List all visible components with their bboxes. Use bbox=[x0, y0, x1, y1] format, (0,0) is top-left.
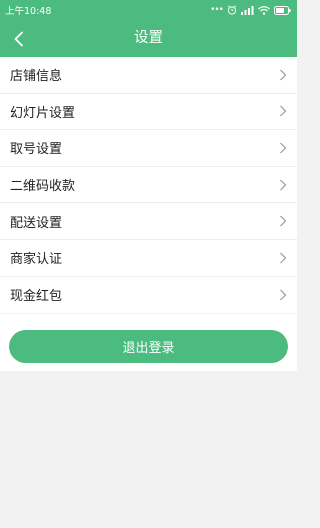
chevron-right-icon bbox=[279, 289, 287, 301]
logout-button[interactable]: 退出登录 bbox=[9, 330, 288, 363]
app-bar: 设置 bbox=[0, 20, 297, 57]
menu-item-slideshow-settings[interactable]: 幻灯片设置 bbox=[0, 94, 297, 131]
menu-item-label: 取号设置 bbox=[10, 142, 63, 158]
battery-icon bbox=[274, 5, 291, 15]
wifi-icon bbox=[258, 5, 270, 15]
menu-item-merchant-verification[interactable]: 商家认证 bbox=[0, 240, 297, 277]
chevron-right-icon bbox=[279, 252, 287, 264]
chevron-right-icon bbox=[279, 142, 287, 154]
menu-item-queue-number-settings[interactable]: 取号设置 bbox=[0, 130, 297, 167]
menu-item-cash-red-packet[interactable]: 现金红包 bbox=[0, 277, 297, 314]
menu-item-delivery-settings[interactable]: 配送设置 bbox=[0, 203, 297, 240]
status-time: 上午10:48 bbox=[5, 6, 52, 17]
chevron-right-icon bbox=[279, 105, 287, 117]
status-icons: ••• bbox=[210, 5, 291, 15]
more-dots-icon: ••• bbox=[210, 5, 224, 15]
menu-item-qr-payment[interactable]: 二维码收款 bbox=[0, 167, 297, 204]
status-bar: 上午10:48 ••• bbox=[0, 0, 297, 20]
alarm-icon bbox=[227, 5, 237, 15]
menu-item-shop-info[interactable]: 店铺信息 bbox=[0, 57, 297, 94]
chevron-right-icon bbox=[279, 179, 287, 191]
chevron-right-icon bbox=[279, 69, 287, 81]
menu-item-label: 幻灯片设置 bbox=[10, 105, 76, 121]
signal-icon bbox=[241, 5, 254, 15]
menu-item-label: 二维码收款 bbox=[10, 179, 76, 195]
menu-item-label: 商家认证 bbox=[10, 252, 63, 268]
page-title: 设置 bbox=[134, 30, 163, 46]
chevron-right-icon bbox=[279, 215, 287, 227]
menu-item-label: 店铺信息 bbox=[10, 69, 63, 85]
settings-menu: 店铺信息 幻灯片设置 取号设置 二维码收款 配送设置 商家认证 现金红包 bbox=[0, 57, 297, 314]
menu-item-label: 配送设置 bbox=[10, 215, 63, 231]
menu-item-label: 现金红包 bbox=[10, 289, 63, 305]
